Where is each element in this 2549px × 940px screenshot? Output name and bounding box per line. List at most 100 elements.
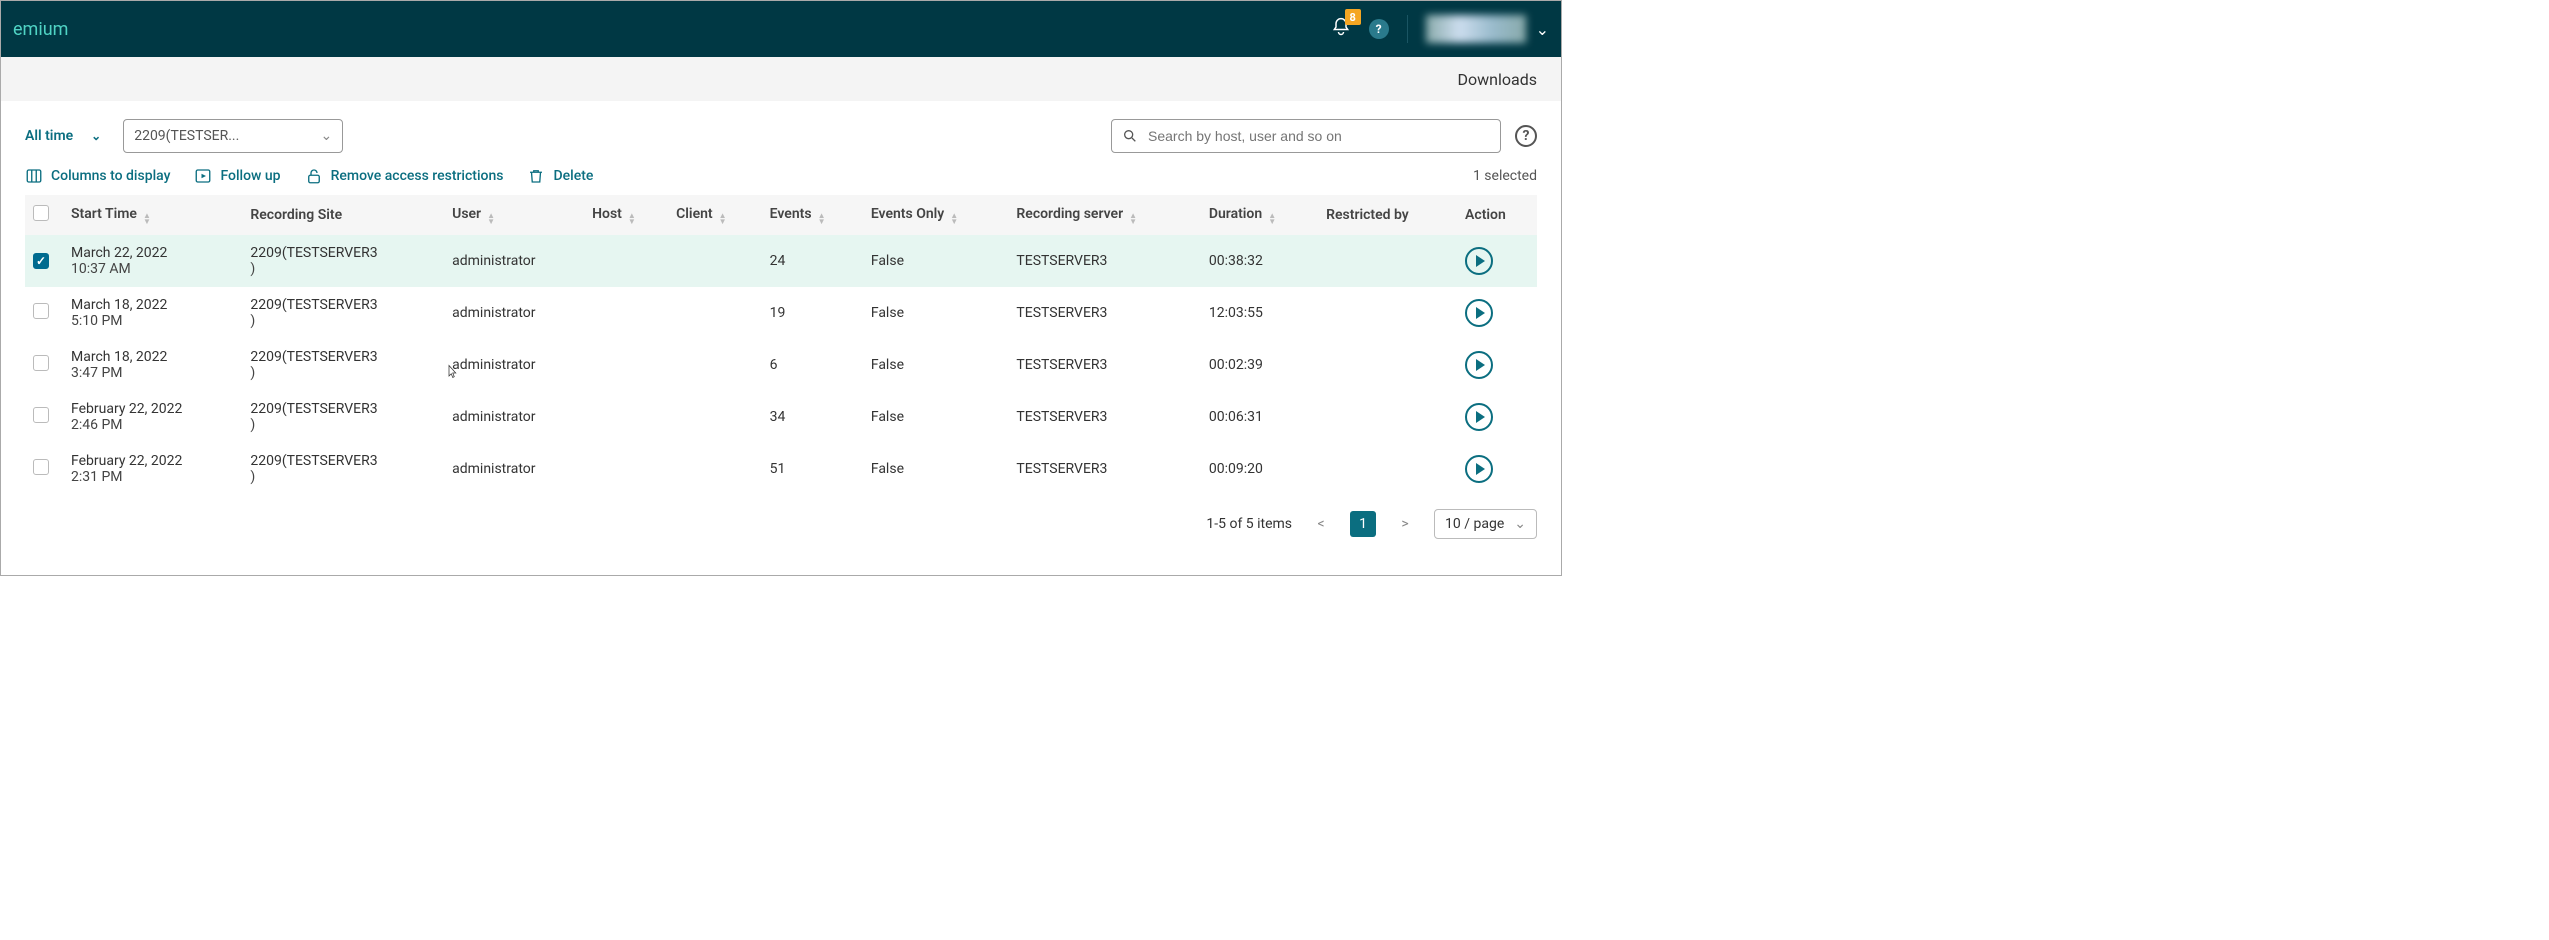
col-user[interactable]: User▲▼ <box>444 195 584 235</box>
play-button[interactable] <box>1465 351 1493 379</box>
row-checkbox[interactable] <box>33 459 49 475</box>
cell-restricted-by <box>1318 287 1457 339</box>
user-menu[interactable]: ⌄ <box>1407 15 1549 43</box>
prev-page-button[interactable]: < <box>1308 511 1334 537</box>
col-client[interactable]: Client▲▼ <box>668 195 762 235</box>
col-duration[interactable]: Duration▲▼ <box>1201 195 1318 235</box>
cell-start-time: March 18, 20225:10 PM <box>63 287 242 339</box>
columns-icon <box>25 167 43 185</box>
columns-to-display-button[interactable]: Columns to display <box>25 167 170 185</box>
play-button[interactable] <box>1465 247 1493 275</box>
cell-recording-server: TESTSERVER3 <box>1008 391 1200 443</box>
chevron-down-icon: ⌄ <box>1536 20 1549 39</box>
notifications-button[interactable]: 8 <box>1331 17 1351 41</box>
cell-host <box>584 391 668 443</box>
cell-host <box>584 443 668 495</box>
sort-icon: ▲▼ <box>818 213 826 225</box>
time-range-filter[interactable]: All time ⌄ <box>25 128 101 144</box>
pagination: 1-5 of 5 items < 1 > 10 / page ⌄ <box>1 495 1561 553</box>
cell-recording-site: 2209(TESTSERVER3) <box>242 339 444 391</box>
cell-user: administrator <box>444 235 584 287</box>
sub-header: Downloads <box>1 57 1561 101</box>
cell-user: administrator <box>444 443 584 495</box>
cell-recording-server: TESTSERVER3 <box>1008 287 1200 339</box>
page-number-current[interactable]: 1 <box>1350 511 1376 537</box>
cell-events: 34 <box>762 391 863 443</box>
col-action: Action <box>1457 195 1537 235</box>
actions-row: Columns to display Follow up Remove acce… <box>25 167 1537 185</box>
page-size-select[interactable]: 10 / page ⌄ <box>1434 509 1537 539</box>
search-input[interactable] <box>1148 128 1490 144</box>
delete-label: Delete <box>553 168 593 184</box>
remove-restrictions-label: Remove access restrictions <box>331 168 504 184</box>
search-icon <box>1122 128 1138 144</box>
user-name-redacted <box>1426 15 1526 43</box>
play-button[interactable] <box>1465 455 1493 483</box>
site-select-value: 2209(TESTSER... <box>134 128 239 144</box>
play-button[interactable] <box>1465 299 1493 327</box>
cell-events-only: False <box>863 391 1009 443</box>
context-help-button[interactable]: ? <box>1515 125 1537 147</box>
row-checkbox[interactable] <box>33 253 49 269</box>
cell-host <box>584 339 668 391</box>
cell-events-only: False <box>863 443 1009 495</box>
col-recording-site[interactable]: Recording Site <box>242 195 444 235</box>
columns-label: Columns to display <box>51 168 170 184</box>
top-header: emium 8 ? ⌄ <box>1 1 1561 57</box>
cell-start-time: March 22, 202210:37 AM <box>63 235 242 287</box>
col-host[interactable]: Host▲▼ <box>584 195 668 235</box>
col-restricted-by[interactable]: Restricted by <box>1318 195 1457 235</box>
col-start-time[interactable]: Start Time▲▼ <box>63 195 242 235</box>
play-button[interactable] <box>1465 403 1493 431</box>
select-all-checkbox[interactable] <box>33 205 49 221</box>
pagination-range: 1-5 of 5 items <box>1206 516 1292 532</box>
delete-button[interactable]: Delete <box>527 167 593 185</box>
cell-events: 19 <box>762 287 863 339</box>
search-input-wrap[interactable] <box>1111 119 1501 153</box>
cell-user: administrator <box>444 287 584 339</box>
cell-events: 51 <box>762 443 863 495</box>
table-row[interactable]: February 22, 20222:31 PM2209(TESTSERVER3… <box>25 443 1537 495</box>
table-row[interactable]: March 22, 202210:37 AM2209(TESTSERVER3)a… <box>25 235 1537 287</box>
cell-events-only: False <box>863 235 1009 287</box>
cell-recording-server: TESTSERVER3 <box>1008 339 1200 391</box>
table-row[interactable]: March 18, 20225:10 PM2209(TESTSERVER3)ad… <box>25 287 1537 339</box>
filters-row: All time ⌄ 2209(TESTSER... ⌄ ? <box>25 119 1537 153</box>
next-page-button[interactable]: > <box>1392 511 1418 537</box>
table-row[interactable]: March 18, 20223:47 PM2209(TESTSERVER3)ad… <box>25 339 1537 391</box>
col-recording-server[interactable]: Recording server▲▼ <box>1008 195 1200 235</box>
cell-duration: 00:38:32 <box>1201 235 1318 287</box>
cell-recording-server: TESTSERVER3 <box>1008 443 1200 495</box>
row-checkbox[interactable] <box>33 355 49 371</box>
sort-icon: ▲▼ <box>1268 213 1276 225</box>
cell-restricted-by <box>1318 235 1457 287</box>
cell-events-only: False <box>863 339 1009 391</box>
remove-access-restrictions-button[interactable]: Remove access restrictions <box>305 167 504 185</box>
cell-recording-site: 2209(TESTSERVER3) <box>242 391 444 443</box>
col-events-only[interactable]: Events Only▲▼ <box>863 195 1009 235</box>
sort-icon: ▲▼ <box>950 213 958 225</box>
cell-start-time: February 22, 20222:31 PM <box>63 443 242 495</box>
table-row[interactable]: February 22, 20222:46 PM2209(TESTSERVER3… <box>25 391 1537 443</box>
col-events[interactable]: Events▲▼ <box>762 195 863 235</box>
cell-duration: 00:09:20 <box>1201 443 1318 495</box>
cell-restricted-by <box>1318 391 1457 443</box>
recordings-table: Start Time▲▼ Recording Site User▲▼ Host▲… <box>25 195 1537 495</box>
cell-events: 24 <box>762 235 863 287</box>
help-button[interactable]: ? <box>1369 19 1389 39</box>
row-checkbox[interactable] <box>33 303 49 319</box>
cell-events: 6 <box>762 339 863 391</box>
follow-up-button[interactable]: Follow up <box>194 167 280 185</box>
cell-user: administrator <box>444 339 584 391</box>
sort-icon: ▲▼ <box>487 213 495 225</box>
site-select[interactable]: 2209(TESTSER... ⌄ <box>123 119 343 153</box>
cursor-pointer-icon <box>443 362 461 384</box>
cell-host <box>584 287 668 339</box>
downloads-link[interactable]: Downloads <box>1458 70 1537 89</box>
table-header-row: Start Time▲▼ Recording Site User▲▼ Host▲… <box>25 195 1537 235</box>
chevron-down-icon: ⌄ <box>91 129 101 143</box>
time-range-label: All time <box>25 128 73 144</box>
cell-client <box>668 339 762 391</box>
unlock-icon <box>305 167 323 185</box>
row-checkbox[interactable] <box>33 407 49 423</box>
